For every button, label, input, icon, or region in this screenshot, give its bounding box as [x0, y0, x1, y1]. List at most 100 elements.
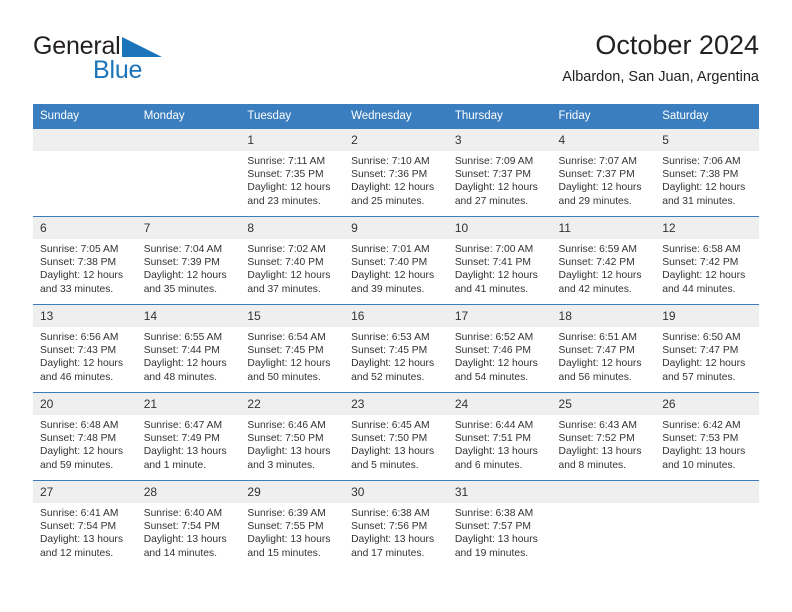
calendar-day-cell[interactable]: 18 Sunrise: 6:51 AM Sunset: 7:47 PM Dayligh… [551, 304, 656, 393]
calendar-empty-cell [551, 480, 656, 569]
day-details: Sunrise: 7:00 AM Sunset: 7:41 PM Daylight:… [448, 239, 552, 296]
calendar-day-cell[interactable]: 2 Sunrise: 7:10 AM Sunset: 7:36 PM Daylight… [344, 128, 448, 217]
calendar-day-cell[interactable]: 17 Sunrise: 6:52 AM Sunset: 7:46 PM Dayligh… [447, 304, 552, 393]
page-header: General Blue October 2024 Albardon, San … [33, 28, 759, 98]
weekday-header-sunday: Sunday [33, 104, 137, 129]
daylight-text-line2: and 6 minutes. [454, 459, 523, 471]
calendar-day-cell[interactable]: 4 Sunrise: 7:07 AM Sunset: 7:37 PM Daylight… [551, 128, 656, 217]
day-number [551, 481, 656, 503]
daylight-text-line1: Daylight: 13 hours [454, 534, 538, 546]
day-details: Sunrise: 7:07 AM Sunset: 7:37 PM Daylight:… [552, 151, 656, 208]
day-number [655, 481, 759, 503]
calendar-table: Sunday Monday Tuesday Wednesday Thursday… [33, 104, 759, 569]
sunset-text: Sunset: 7:53 PM [662, 433, 739, 445]
sunset-text: Sunset: 7:54 PM [143, 521, 220, 533]
general-blue-logo[interactable]: General Blue [33, 32, 263, 90]
calendar-day-cell[interactable]: 10 Sunrise: 7:00 AM Sunset: 7:41 PM Dayligh… [447, 216, 552, 305]
calendar-body: 1 Sunrise: 7:11 AM Sunset: 7:35 PM Daylight… [33, 128, 759, 569]
calendar-day-cell[interactable]: 29 Sunrise: 6:39 AM Sunset: 7:55 PM Dayligh… [240, 480, 345, 569]
sunrise-text: Sunrise: 6:55 AM [143, 332, 223, 343]
daylight-text-line2: and 54 minutes. [454, 371, 529, 383]
calendar-day-cell[interactable]: 26 Sunrise: 6:42 AM Sunset: 7:53 PM Dayligh… [655, 392, 759, 481]
sunrise-text: Sunrise: 6:41 AM [40, 508, 119, 519]
day-number: 19 [655, 305, 759, 327]
day-details: Sunrise: 6:45 AM Sunset: 7:50 PM Daylight:… [344, 415, 448, 472]
calendar-day-cell[interactable]: 30 Sunrise: 6:38 AM Sunset: 7:56 PM Dayligh… [344, 480, 448, 569]
calendar-day-cell[interactable]: 13 Sunrise: 6:56 AM Sunset: 7:43 PM Dayligh… [33, 304, 137, 393]
day-details: Sunrise: 6:53 AM Sunset: 7:45 PM Daylight:… [344, 327, 448, 384]
calendar-day-cell[interactable]: 25 Sunrise: 6:43 AM Sunset: 7:52 PM Dayligh… [551, 392, 656, 481]
sunset-text: Sunset: 7:37 PM [454, 169, 531, 181]
sunrise-text: Sunrise: 7:00 AM [454, 244, 534, 255]
calendar-empty-cell [136, 128, 241, 217]
calendar-week-row: 13 Sunrise: 6:56 AM Sunset: 7:43 PM Dayligh… [33, 304, 759, 393]
calendar-day-cell[interactable]: 5 Sunrise: 7:06 AM Sunset: 7:38 PM Daylight… [655, 128, 759, 217]
daylight-text-line2: and 41 minutes. [454, 283, 529, 295]
daylight-text-line1: Daylight: 13 hours [247, 534, 331, 546]
calendar-day-cell[interactable]: 21 Sunrise: 6:47 AM Sunset: 7:49 PM Dayligh… [136, 392, 241, 481]
sunset-text: Sunset: 7:57 PM [454, 521, 531, 533]
day-details: Sunrise: 6:38 AM Sunset: 7:57 PM Daylight:… [448, 503, 552, 560]
title-block: October 2024 Albardon, San Juan, Argenti… [562, 28, 759, 86]
calendar-day-cell[interactable]: 28 Sunrise: 6:40 AM Sunset: 7:54 PM Dayligh… [136, 480, 241, 569]
sunrise-text: Sunrise: 6:39 AM [247, 508, 326, 519]
sunset-text: Sunset: 7:48 PM [40, 433, 117, 445]
calendar-week-row: 1 Sunrise: 7:11 AM Sunset: 7:35 PM Daylight… [33, 128, 759, 217]
day-details: Sunrise: 6:41 AM Sunset: 7:54 PM Daylight:… [33, 503, 137, 560]
calendar-day-cell[interactable]: 14 Sunrise: 6:55 AM Sunset: 7:44 PM Dayligh… [136, 304, 241, 393]
daylight-text-line2: and 27 minutes. [454, 195, 529, 207]
sunset-text: Sunset: 7:35 PM [247, 169, 324, 181]
sunset-text: Sunset: 7:46 PM [454, 345, 531, 357]
sunset-text: Sunset: 7:47 PM [558, 345, 635, 357]
calendar-day-cell[interactable]: 15 Sunrise: 6:54 AM Sunset: 7:45 PM Dayligh… [240, 304, 345, 393]
page-subtitle: Albardon, San Juan, Argentina [562, 69, 759, 85]
day-number: 30 [344, 481, 448, 503]
logo-line-one: General [33, 32, 263, 60]
sunrise-text: Sunrise: 6:38 AM [454, 508, 534, 519]
day-number: 21 [136, 393, 241, 415]
sunrise-text: Sunrise: 7:07 AM [558, 156, 637, 167]
daylight-text-line1: Daylight: 13 hours [351, 534, 435, 546]
calendar-day-cell[interactable]: 31 Sunrise: 6:38 AM Sunset: 7:57 PM Dayligh… [447, 480, 552, 569]
calendar-day-cell[interactable]: 20 Sunrise: 6:48 AM Sunset: 7:48 PM Dayligh… [33, 392, 137, 481]
day-details: Sunrise: 6:44 AM Sunset: 7:51 PM Daylight:… [448, 415, 552, 472]
calendar-day-cell[interactable]: 19 Sunrise: 6:50 AM Sunset: 7:47 PM Dayligh… [655, 304, 759, 393]
sunrise-text: Sunrise: 6:42 AM [662, 420, 741, 431]
daylight-text-line1: Daylight: 12 hours [143, 358, 227, 370]
day-details: Sunrise: 6:52 AM Sunset: 7:46 PM Daylight:… [448, 327, 552, 384]
weekday-header-monday: Monday [136, 104, 241, 129]
daylight-text-line2: and 52 minutes. [351, 371, 425, 383]
calendar-day-cell[interactable]: 16 Sunrise: 6:53 AM Sunset: 7:45 PM Dayligh… [344, 304, 448, 393]
day-number: 12 [655, 217, 759, 239]
calendar-day-cell[interactable]: 22 Sunrise: 6:46 AM Sunset: 7:50 PM Dayligh… [240, 392, 345, 481]
daylight-text-line2: and 57 minutes. [662, 371, 736, 383]
daylight-text-line1: Daylight: 12 hours [351, 182, 435, 194]
daylight-text-line2: and 44 minutes. [662, 283, 736, 295]
day-details: Sunrise: 6:54 AM Sunset: 7:45 PM Daylight:… [240, 327, 344, 384]
calendar-day-cell[interactable]: 27 Sunrise: 6:41 AM Sunset: 7:54 PM Dayligh… [33, 480, 137, 569]
day-details: Sunrise: 6:39 AM Sunset: 7:55 PM Daylight:… [240, 503, 344, 560]
day-number: 23 [344, 393, 448, 415]
calendar-day-cell[interactable]: 7 Sunrise: 7:04 AM Sunset: 7:39 PM Daylight… [136, 216, 241, 305]
day-details: Sunrise: 7:05 AM Sunset: 7:38 PM Daylight:… [33, 239, 137, 296]
sunrise-text: Sunrise: 7:06 AM [662, 156, 741, 167]
calendar-day-cell[interactable]: 6 Sunrise: 7:05 AM Sunset: 7:38 PM Daylight… [33, 216, 137, 305]
calendar-day-cell[interactable]: 12 Sunrise: 6:58 AM Sunset: 7:42 PM Dayligh… [655, 216, 759, 305]
calendar-day-cell[interactable]: 24 Sunrise: 6:44 AM Sunset: 7:51 PM Dayligh… [447, 392, 552, 481]
calendar-day-cell[interactable]: 23 Sunrise: 6:45 AM Sunset: 7:50 PM Dayligh… [344, 392, 448, 481]
calendar-day-cell[interactable]: 1 Sunrise: 7:11 AM Sunset: 7:35 PM Daylight… [240, 128, 345, 217]
calendar-day-cell[interactable]: 3 Sunrise: 7:09 AM Sunset: 7:37 PM Daylight… [447, 128, 552, 217]
day-details: Sunrise: 6:46 AM Sunset: 7:50 PM Daylight:… [240, 415, 344, 472]
daylight-text-line1: Daylight: 12 hours [40, 270, 123, 282]
sunset-text: Sunset: 7:56 PM [351, 521, 428, 533]
sunrise-text: Sunrise: 7:09 AM [454, 156, 534, 167]
calendar-day-cell[interactable]: 8 Sunrise: 7:02 AM Sunset: 7:40 PM Daylight… [240, 216, 345, 305]
calendar-day-cell[interactable]: 11 Sunrise: 6:59 AM Sunset: 7:42 PM Dayligh… [551, 216, 656, 305]
daylight-text-line1: Daylight: 13 hours [351, 446, 435, 458]
daylight-text-line2: and 29 minutes. [558, 195, 632, 207]
daylight-text-line1: Daylight: 13 hours [143, 446, 227, 458]
day-number: 20 [33, 393, 137, 415]
calendar-day-cell[interactable]: 9 Sunrise: 7:01 AM Sunset: 7:40 PM Daylight… [344, 216, 448, 305]
calendar-week-row: 20 Sunrise: 6:48 AM Sunset: 7:48 PM Dayligh… [33, 392, 759, 481]
sunrise-text: Sunrise: 6:56 AM [40, 332, 119, 343]
